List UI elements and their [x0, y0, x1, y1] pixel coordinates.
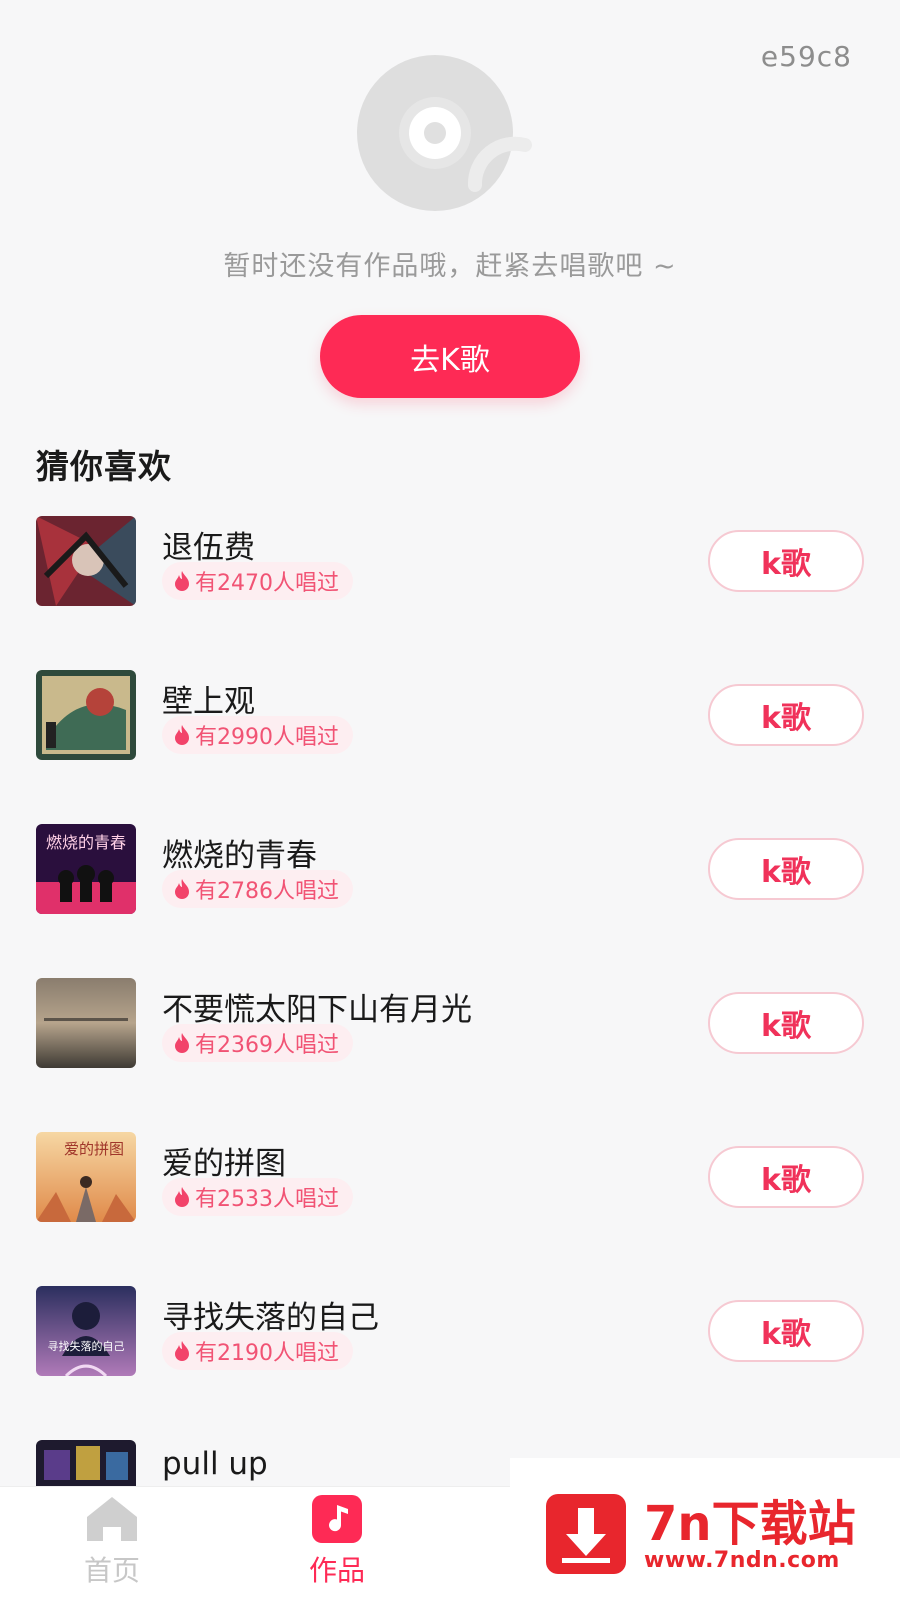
song-title: 寻找失落的自己: [162, 1300, 379, 1336]
song-row[interactable]: 不要慌太阳下山有月光 有2369人唱过 k歌: [0, 970, 900, 1124]
user-id: e59c8: [760, 40, 852, 73]
nav-works[interactable]: 作品: [277, 1495, 397, 1589]
flame-icon: [175, 1341, 189, 1361]
song-title: 燃烧的青春: [162, 838, 317, 874]
song-row[interactable]: 爱的拼图 爱的拼图 有2533人唱过 k歌: [0, 1124, 900, 1278]
watermark-title: 7n下载站: [644, 1496, 856, 1552]
k-song-button[interactable]: k歌: [708, 992, 864, 1054]
watermark-url: www.7ndn.com: [644, 1548, 840, 1573]
home-icon: [87, 1497, 137, 1541]
sung-count-badge: 有2369人唱过: [162, 1024, 353, 1062]
go-karaoke-button[interactable]: 去K歌: [320, 315, 580, 398]
download-logo-icon: [546, 1494, 626, 1574]
k-song-button[interactable]: k歌: [708, 1300, 864, 1362]
sung-count-text: 有2533人唱过: [195, 1187, 339, 1212]
song-cover: 燃烧的青春: [36, 824, 136, 914]
svg-text:爱的拼图: 爱的拼图: [64, 1140, 124, 1158]
watermark: 7n下载站 www.7ndn.com: [510, 1458, 900, 1600]
bottom-nav: 首页 作品: [0, 1486, 510, 1600]
song-row[interactable]: 燃烧的青春 燃烧的青春 有2786人唱过 k歌: [0, 816, 900, 970]
svg-text:寻找失落的自己: 寻找失落的自己: [48, 1339, 125, 1353]
nav-home-label: 首页: [83, 1554, 140, 1587]
sung-count-badge: 有2533人唱过: [162, 1178, 353, 1216]
empty-disc-illustration: [357, 55, 532, 211]
music-note-icon: [312, 1495, 362, 1543]
section-title: 猜你喜欢: [36, 447, 172, 486]
nav-works-label: 作品: [308, 1554, 365, 1587]
svg-text:燃烧的青春: 燃烧的青春: [46, 833, 126, 852]
song-row[interactable]: 退伍费 有2470人唱过 k歌: [0, 508, 900, 662]
sung-count-badge: 有2990人唱过: [162, 716, 353, 754]
sung-count-badge: 有2470人唱过: [162, 562, 353, 600]
song-cover: 寻找失落的自己: [36, 1286, 136, 1376]
sung-count-badge: 有2190人唱过: [162, 1332, 353, 1370]
song-cover: [36, 516, 136, 606]
flame-icon: [175, 1187, 189, 1207]
sung-count-text: 有2786人唱过: [195, 879, 339, 904]
sung-count-text: 有2369人唱过: [195, 1033, 339, 1058]
k-song-button[interactable]: k歌: [708, 530, 864, 592]
song-row[interactable]: 寻找失落的自己 寻找失落的自己 有2190人唱过 k歌: [0, 1278, 900, 1432]
song-title: 爱的拼图: [162, 1146, 286, 1182]
sung-count-badge: 有2786人唱过: [162, 870, 353, 908]
empty-state-message: 暂时还没有作品哦，赶紧去唱歌吧 ~: [223, 251, 677, 282]
sung-count-text: 有2470人唱过: [195, 571, 339, 596]
k-song-button[interactable]: k歌: [708, 684, 864, 746]
flame-icon: [175, 725, 189, 745]
song-title: 不要慌太阳下山有月光: [162, 992, 472, 1028]
flame-icon: [175, 879, 189, 899]
nav-home[interactable]: 首页: [52, 1495, 172, 1589]
song-list: 退伍费 有2470人唱过 k歌 壁上观 有2990人唱过 k歌 燃烧的青春 燃烧…: [0, 508, 900, 1586]
sung-count-text: 有2990人唱过: [195, 725, 339, 750]
song-cover: [36, 670, 136, 760]
k-song-button[interactable]: k歌: [708, 838, 864, 900]
song-cover: 爱的拼图: [36, 1132, 136, 1222]
song-row[interactable]: 壁上观 有2990人唱过 k歌: [0, 662, 900, 816]
flame-icon: [175, 571, 189, 591]
sung-count-text: 有2190人唱过: [195, 1341, 339, 1366]
k-song-button[interactable]: k歌: [708, 1146, 864, 1208]
song-title: 壁上观: [162, 684, 255, 720]
song-cover: [36, 978, 136, 1068]
song-title: 退伍费: [162, 530, 255, 566]
flame-icon: [175, 1033, 189, 1053]
song-title: pull up: [162, 1446, 268, 1482]
